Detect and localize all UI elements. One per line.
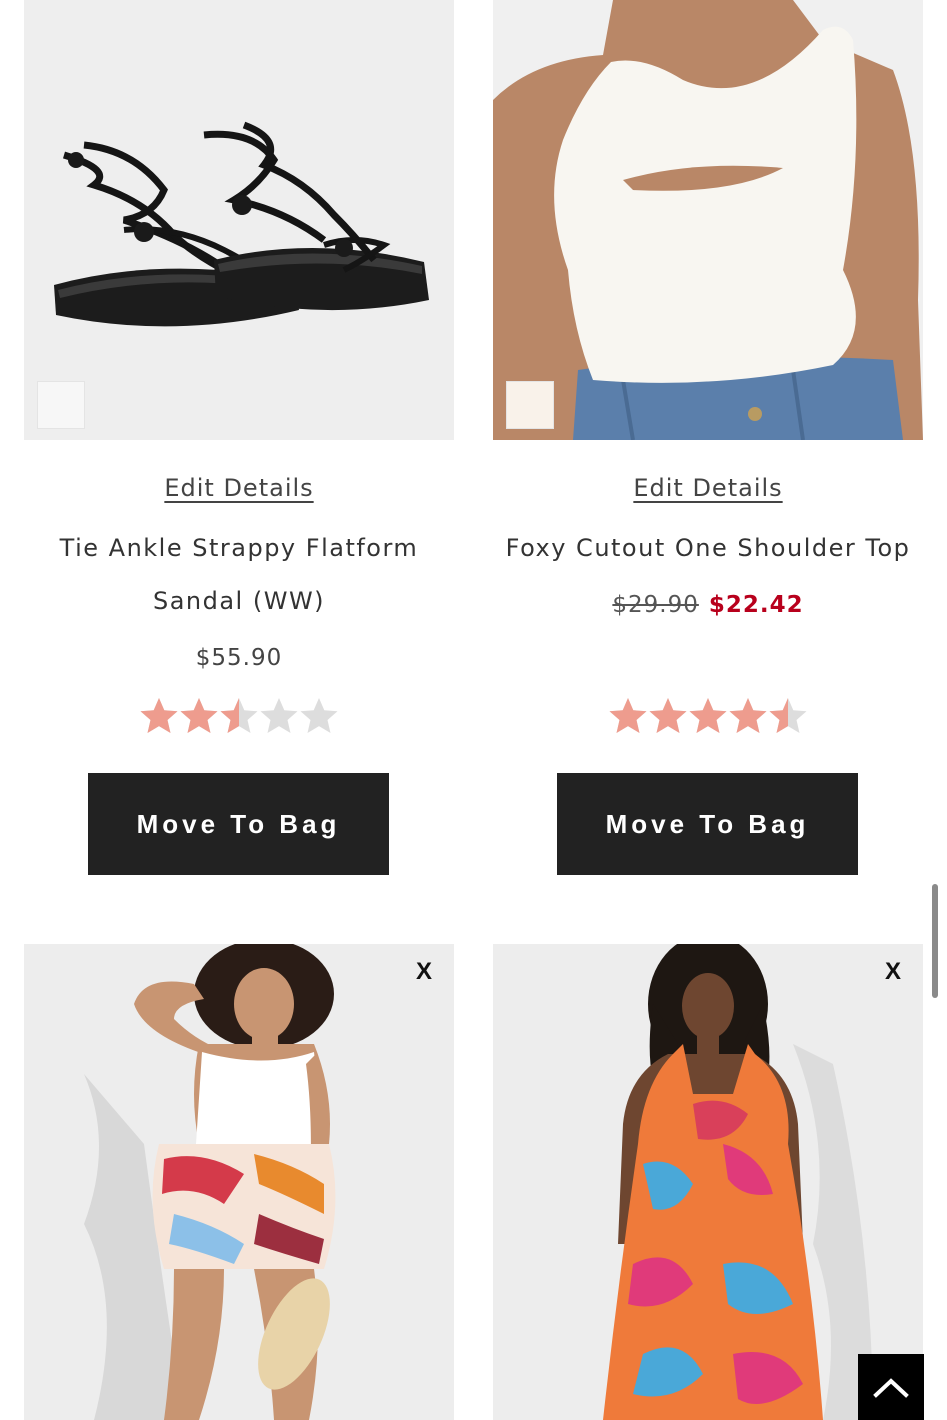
product-image[interactable]: X: [493, 944, 923, 1420]
star-icon: [139, 696, 179, 736]
move-to-bag-button[interactable]: Move To Bag: [88, 773, 389, 875]
color-swatch[interactable]: [37, 381, 85, 429]
star-rating: [493, 696, 923, 740]
product-price: $29.90 $22.42: [493, 592, 923, 618]
star-icon: [688, 696, 728, 736]
product-image[interactable]: X: [24, 944, 454, 1420]
shorts-image: [24, 944, 454, 1420]
star-icon: [768, 696, 808, 736]
product-name[interactable]: Tie Ankle Strappy Flatform Sandal (WW): [24, 522, 454, 628]
remove-item-button[interactable]: X: [885, 958, 901, 986]
edit-details-link[interactable]: Edit Details: [24, 474, 454, 502]
sale-price: $22.42: [708, 592, 804, 618]
sandal-image: [24, 0, 454, 440]
star-icon: [728, 696, 768, 736]
star-icon: [299, 696, 339, 736]
back-to-top-button[interactable]: [858, 1354, 924, 1420]
dress-image: [493, 944, 923, 1420]
star-icon: [219, 696, 259, 736]
color-swatch[interactable]: [506, 381, 554, 429]
star-icon: [179, 696, 219, 736]
scrollbar[interactable]: [932, 884, 938, 998]
product-price: $55.90: [195, 645, 283, 671]
original-price: $29.90: [612, 592, 699, 618]
star-icon: [648, 696, 688, 736]
chevron-up-icon: [873, 1378, 909, 1398]
star-icon: [259, 696, 299, 736]
edit-details-link[interactable]: Edit Details: [493, 474, 923, 502]
product-image[interactable]: [24, 0, 454, 440]
remove-item-button[interactable]: X: [416, 958, 432, 986]
top-image: [493, 0, 923, 440]
star-rating: [24, 696, 454, 740]
product-image[interactable]: [493, 0, 923, 440]
move-to-bag-button[interactable]: Move To Bag: [557, 773, 858, 875]
star-icon: [608, 696, 648, 736]
product-name[interactable]: Foxy Cutout One Shoulder Top: [493, 522, 923, 575]
